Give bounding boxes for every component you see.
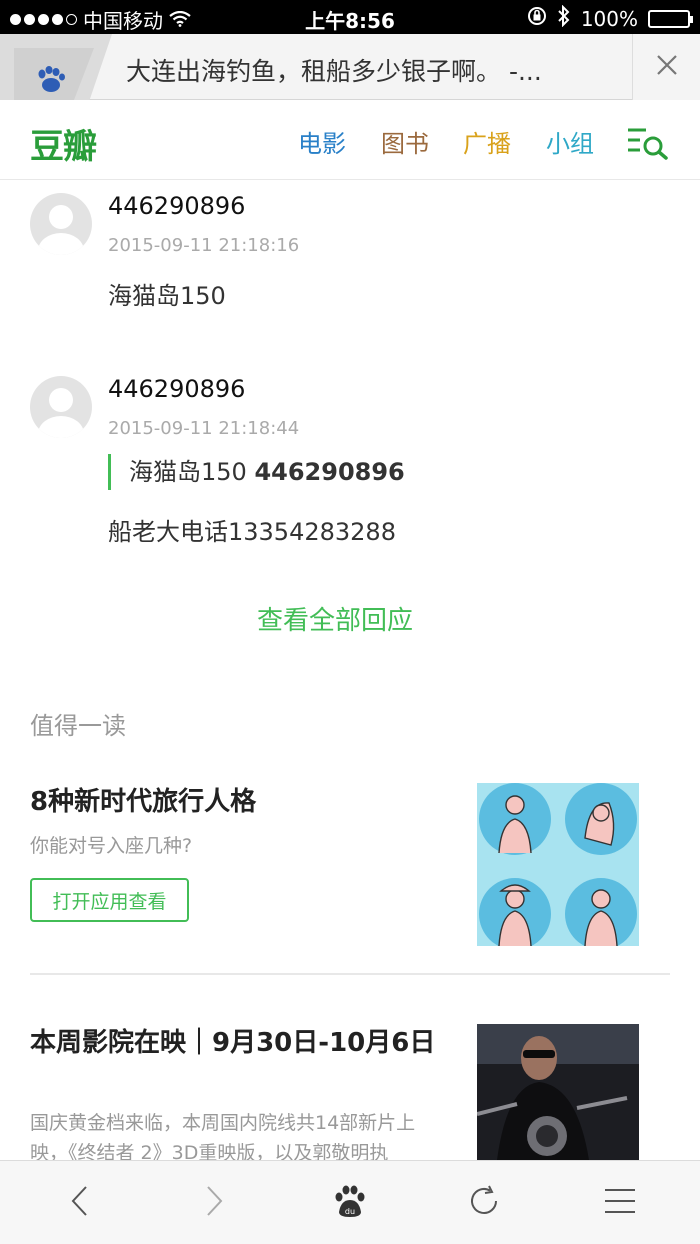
refresh-button[interactable] — [462, 1181, 506, 1225]
chevron-left-icon — [70, 1185, 90, 1221]
comment-username[interactable]: 446290896 — [108, 192, 245, 220]
quote-username: 446290896 — [254, 458, 405, 486]
nav-link-book[interactable]: 图书 — [381, 124, 429, 159]
comment-username[interactable]: 446290896 — [108, 375, 245, 403]
quote-text: 海猫岛150 — [129, 458, 247, 486]
section-title: 值得一读 — [30, 712, 126, 740]
battery-icon — [648, 9, 693, 28]
baidu-paw-icon: du — [333, 1184, 367, 1222]
nav-link-broadcast[interactable]: 广播 — [463, 124, 511, 159]
article-subtitle: 国庆黄金档来临，本周国内院线共14部新片上映，《终结者 2》3D重映版，以及郭敬… — [30, 1112, 416, 1160]
browser-tab-title[interactable]: 大连出海钓鱼，租船多少银子啊。 -... — [126, 52, 542, 88]
hamburger-menu-icon — [605, 1188, 635, 1218]
avatar[interactable] — [30, 376, 92, 438]
article-title[interactable]: 本周影院在映｜9月30日-10月6日 — [30, 1024, 450, 1062]
avatar[interactable] — [30, 193, 92, 255]
article-thumbnail-travel[interactable] — [477, 783, 639, 946]
view-all-replies-link[interactable]: 查看全部回应 — [0, 600, 670, 637]
comment-text: 船老大电话13354283288 — [108, 518, 396, 546]
orientation-lock-icon — [527, 6, 547, 31]
quoted-reply: 海猫岛150 446290896 — [108, 454, 405, 490]
nav-link-movie[interactable]: 电影 — [298, 124, 346, 159]
divider — [30, 973, 670, 975]
site-header: 豆瓣 电影 图书 广播 小组 — [0, 100, 700, 180]
comment-timestamp: 2015-09-11 21:18:44 — [108, 418, 300, 439]
browser-tab-thumbnail[interactable] — [0, 34, 112, 100]
browser-toolbar: du — [0, 1160, 700, 1244]
browser-tab-bar: 大连出海钓鱼，租船多少银子啊。 -... — [0, 34, 700, 100]
article-subtitle: 你能对号入座几种? — [30, 835, 193, 857]
refresh-icon — [468, 1185, 500, 1221]
bluetooth-icon — [557, 4, 571, 32]
status-right: 100% — [527, 4, 693, 32]
svg-text:du: du — [345, 1207, 355, 1216]
close-tab-button[interactable] — [632, 34, 700, 100]
article-title[interactable]: 8种新时代旅行人格 — [30, 783, 450, 821]
back-button[interactable] — [58, 1181, 102, 1225]
baidu-home-button[interactable]: du — [328, 1181, 372, 1225]
article-thumbnail-movie[interactable] — [477, 1024, 639, 1160]
status-bar: 中国移动 上午8:56 100% — [0, 0, 700, 34]
douban-logo[interactable]: 豆瓣 — [30, 119, 97, 168]
nav-link-group[interactable]: 小组 — [546, 124, 594, 159]
baidu-paw-icon — [34, 66, 68, 96]
battery-percent: 100% — [580, 6, 638, 31]
forward-button[interactable] — [192, 1181, 236, 1225]
menu-search-icon[interactable] — [626, 126, 670, 164]
comment-text: 海猫岛150 — [108, 282, 226, 310]
close-icon — [655, 53, 679, 81]
chevron-right-icon — [204, 1185, 224, 1221]
comment-timestamp: 2015-09-11 21:18:16 — [108, 235, 300, 256]
menu-button[interactable] — [598, 1181, 642, 1225]
open-app-button[interactable]: 打开应用查看 — [30, 878, 189, 922]
